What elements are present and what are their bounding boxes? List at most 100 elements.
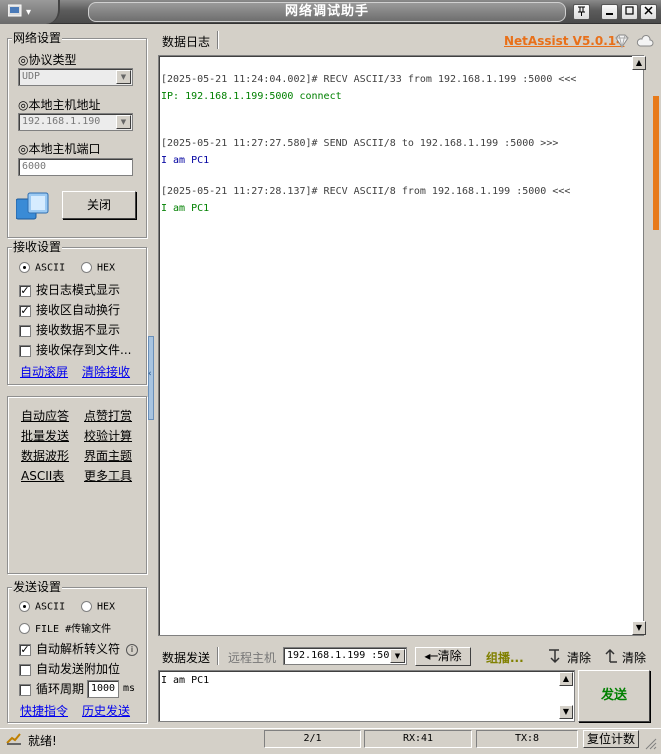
scroll-up-button[interactable]: ▲ [632, 56, 646, 70]
period-input[interactable]: 1000 [87, 680, 119, 698]
port-label: 本地主机端口 [28, 142, 101, 156]
protocol-label-row: ◎协议类型 [18, 51, 77, 68]
receive-settings-title: 接收设置 [12, 240, 63, 254]
auto-wrap-option[interactable]: ✓ 接收区自动换行 [19, 301, 120, 318]
panel-splitter[interactable]: ‹ [148, 336, 154, 420]
clear-send-button[interactable]: 清除 [567, 649, 591, 666]
tool-more[interactable]: 更多工具 [84, 467, 132, 484]
maximize-icon [625, 6, 634, 15]
checkbox-icon[interactable] [19, 683, 31, 696]
send-input-area[interactable]: I am PC1 [158, 670, 575, 722]
checkbox-icon[interactable] [19, 344, 31, 357]
send-scroll-down-button[interactable]: ▼ [559, 705, 573, 719]
clear-send-arrow-icon[interactable] [546, 647, 564, 665]
tab-divider [217, 31, 218, 49]
tool-checksum[interactable]: 校验计算 [84, 427, 132, 444]
checkbox-icon[interactable] [19, 663, 31, 676]
checkbox-icon[interactable] [19, 324, 31, 337]
chevron-left-icon[interactable]: ‹ [148, 369, 152, 379]
window-icon: ▾ [7, 4, 31, 18]
radio-selected-icon[interactable] [19, 601, 30, 612]
remote-host-label: 远程主机 [228, 651, 277, 665]
connection-status-icon [15, 191, 50, 223]
auto-wrap-label: 接收区自动换行 [36, 303, 121, 317]
host-value: 192.168.1.190 [22, 116, 101, 127]
host-select[interactable]: 192.168.1.190 ▼ [18, 113, 133, 131]
auto-scroll-link[interactable]: 自动滚屏 [20, 363, 68, 380]
hide-data-option[interactable]: 接收数据不显示 [19, 321, 120, 338]
tool-theme[interactable]: 界面主题 [84, 447, 132, 464]
close-connection-button[interactable]: 关闭 [62, 191, 136, 219]
network-settings-title: 网络设置 [12, 31, 63, 45]
log-mode-option[interactable]: ✓ 按日志模式显示 [19, 281, 120, 298]
arrow-left-icon: ◂─ [424, 649, 438, 663]
tool-waveform[interactable]: 数据波形 [21, 447, 69, 464]
send-settings-title: 发送设置 [12, 580, 63, 594]
brand-link[interactable]: NetAssist V5.0.14 [504, 34, 624, 48]
chevron-down-icon[interactable]: ▼ [116, 70, 131, 84]
file-mode-label: FILE #传输文件 [35, 624, 112, 635]
send-hex-option[interactable]: HEX [81, 601, 115, 613]
checkbox-checked-icon[interactable]: ✓ [19, 284, 31, 297]
remote-host-select[interactable]: 192.168.1.199 :500 ▼ [283, 647, 407, 665]
log-entry-body: IP: 192.168.1.199:5000 connect [161, 91, 342, 102]
loop-period-option[interactable]: 循环周期 [19, 680, 84, 697]
app-menu-tab[interactable]: ▾ [0, 0, 60, 24]
maximize-button[interactable] [621, 4, 638, 20]
diamond-icon[interactable] [613, 33, 631, 49]
clear-history-arrow-icon[interactable] [601, 647, 619, 665]
chevron-down-icon[interactable]: ▼ [116, 115, 131, 129]
window-scroll-indicator[interactable] [653, 96, 659, 230]
radio-icon[interactable] [81, 262, 92, 273]
shortcuts-link[interactable]: 快捷指令 [20, 702, 68, 719]
cloud-icon[interactable] [636, 34, 654, 48]
pin-icon [578, 6, 585, 16]
status-ready: 就绪! [28, 734, 57, 748]
radio-icon[interactable] [81, 601, 92, 612]
bullet-icon: ◎ [18, 98, 29, 112]
append-bits-option[interactable]: 自动发送附加位 [19, 660, 120, 677]
port-input[interactable]: 6000 [18, 158, 133, 176]
tool-donate[interactable]: 点赞打赏 [84, 407, 132, 424]
host-label-row: ◎本地主机地址 [18, 96, 101, 113]
resize-grip-icon[interactable] [645, 738, 657, 750]
save-file-option[interactable]: 接收保存到文件... [19, 341, 131, 358]
save-file-label: 接收保存到文件... [36, 343, 132, 357]
svg-text:▾: ▾ [26, 7, 31, 18]
tool-auto-reply[interactable]: 自动应答 [21, 407, 69, 424]
close-icon [644, 6, 653, 15]
clear-remote-label: 清除 [437, 649, 462, 663]
recv-ascii-option[interactable]: ASCII [19, 262, 65, 274]
pin-button[interactable] [573, 4, 590, 20]
info-icon[interactable]: i [126, 643, 139, 656]
receive-log-area[interactable]: [2025-05-21 11:24:04.002]# RECV ASCII/33… [158, 55, 644, 636]
append-bits-label: 自动发送附加位 [36, 662, 121, 676]
tab-data-log[interactable]: 数据日志 [162, 33, 210, 50]
title-bar[interactable]: ▾ 网络调试助手 [0, 0, 661, 24]
app-icon[interactable]: ▾ [7, 4, 36, 21]
minimize-button[interactable] [601, 4, 618, 20]
close-window-button[interactable] [640, 4, 657, 20]
send-scroll-up-button[interactable]: ▲ [559, 672, 573, 686]
chevron-down-icon[interactable]: ▼ [390, 649, 405, 663]
checkbox-checked-icon[interactable]: ✓ [19, 304, 31, 317]
protocol-select[interactable]: UDP ▼ [18, 68, 133, 86]
multicast-button[interactable]: 组播... [486, 649, 524, 666]
history-link[interactable]: 历史发送 [82, 702, 130, 719]
clear-remote-button[interactable]: ◂─清除 [415, 647, 471, 666]
recv-hex-option[interactable]: HEX [81, 262, 115, 274]
tool-batch-send[interactable]: 批量发送 [21, 427, 69, 444]
radio-icon[interactable] [19, 623, 30, 634]
checkbox-checked-icon[interactable]: ✓ [19, 643, 31, 656]
send-ascii-option[interactable]: ASCII [19, 601, 65, 613]
scroll-down-button[interactable]: ▼ [632, 621, 646, 635]
clear-receive-link[interactable]: 清除接收 [82, 363, 130, 380]
clear-history-button[interactable]: 清除 [622, 649, 646, 666]
send-button[interactable]: 发送 [578, 670, 650, 722]
tool-ascii-table[interactable]: ASCII表 [21, 467, 64, 484]
tab-data-send[interactable]: 数据发送 [162, 649, 210, 666]
parse-escape-option[interactable]: ✓ 自动解析转义符 i [19, 640, 139, 657]
reset-count-button[interactable]: 复位计数 [583, 730, 639, 748]
file-mode-option[interactable]: FILE #传输文件 [19, 620, 111, 635]
radio-selected-icon[interactable] [19, 262, 30, 273]
